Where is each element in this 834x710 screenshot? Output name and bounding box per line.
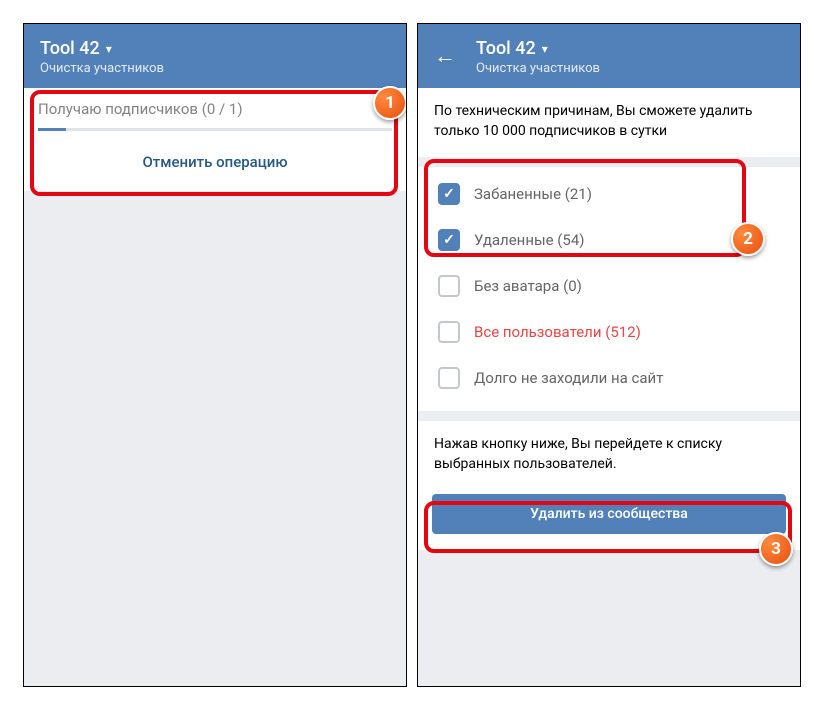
app-title: Tool 42	[476, 38, 536, 59]
option-label: Без аватара (0)	[474, 277, 582, 295]
header-subtitle: Очистка участников	[40, 61, 164, 76]
cancel-button[interactable]: Отменить операцию	[24, 135, 406, 191]
progress-bar	[38, 128, 392, 131]
loading-card: Получаю подписчиков (0 / 1) Отменить опе…	[24, 88, 406, 191]
checkbox-all[interactable]	[438, 321, 460, 343]
title-row[interactable]: Tool 42 ▾	[476, 38, 600, 59]
header-subtitle: Очистка участников	[476, 61, 600, 76]
option-all[interactable]: Все пользователи (512)	[418, 309, 800, 355]
checkbox-banned[interactable]	[438, 183, 460, 205]
option-deleted[interactable]: Удаленные (54)	[418, 217, 800, 263]
option-noavatar[interactable]: Без аватара (0)	[418, 263, 800, 309]
button-wrap: Удалить из сообщества	[418, 494, 800, 550]
title-row[interactable]: Tool 42 ▾	[40, 38, 164, 59]
header-text: Tool 42 ▾ Очистка участников	[476, 38, 600, 76]
loading-text: Получаю подписчиков (0 / 1)	[24, 88, 406, 128]
app-title: Tool 42	[40, 38, 100, 59]
back-icon[interactable]: ←	[434, 46, 456, 68]
header: Tool 42 ▾ Очистка участников	[24, 24, 406, 88]
option-label: Долго не заходили на сайт	[474, 369, 663, 387]
hint-text: Нажав кнопку ниже, Вы перейдете к списку…	[418, 421, 800, 494]
option-inactive[interactable]: Долго не заходили на сайт	[418, 355, 800, 401]
header: ← Tool 42 ▾ Очистка участников	[418, 24, 800, 88]
checkbox-inactive[interactable]	[438, 367, 460, 389]
option-banned[interactable]: Забаненные (21)	[418, 171, 800, 217]
option-label: Все пользователи (512)	[474, 323, 641, 341]
header-text: Tool 42 ▾ Очистка участников	[40, 38, 164, 76]
phone-right: ← Tool 42 ▾ Очистка участников По технич…	[417, 23, 801, 687]
phone-left: Tool 42 ▾ Очистка участников Получаю под…	[23, 23, 407, 687]
info-text: По техническим причинам, Вы сможете удал…	[418, 88, 800, 157]
checkbox-noavatar[interactable]	[438, 275, 460, 297]
chevron-down-icon: ▾	[542, 42, 548, 56]
progress-fill	[38, 128, 66, 131]
chevron-down-icon: ▾	[106, 42, 112, 56]
options-list: Забаненные (21) Удаленные (54) Без авата…	[418, 167, 800, 411]
checkbox-deleted[interactable]	[438, 229, 460, 251]
option-label: Забаненные (21)	[474, 185, 592, 203]
delete-button[interactable]: Удалить из сообщества	[432, 494, 786, 534]
option-label: Удаленные (54)	[474, 231, 585, 249]
